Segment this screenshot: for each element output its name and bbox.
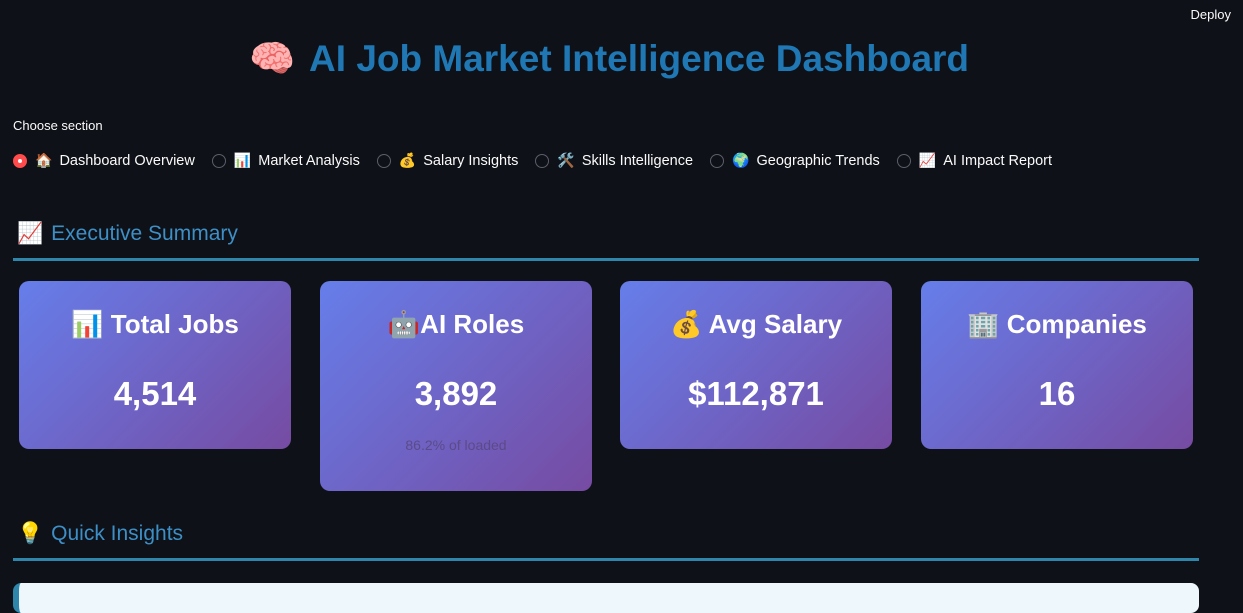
radio-button[interactable] [710,153,725,168]
money-bag-icon: 💰 [669,309,703,339]
radio-button[interactable] [211,153,226,168]
radio-option-label: Skills Intelligence [581,152,694,169]
trend-chart-icon: 📈 [17,222,44,245]
radio-button-selected[interactable] [13,153,27,168]
page-title: 🧠 AI Job Market Intelligence Dashboard [0,38,1218,81]
metric-card-companies: 🏢 Companies 16 [921,281,1193,449]
page-title-text: AI Job Market Intelligence Dashboard [309,38,970,79]
section-selector: 🏠 Dashboard Overview 📊 Market Analysis 💰… [13,152,1069,169]
metric-card-total-jobs: 📊 Total Jobs 4,514 [19,281,291,449]
metric-value: $112,871 [688,375,824,412]
robot-icon: 🤖 [387,309,421,339]
metric-value: 3,892 [414,375,498,412]
brain-icon: 🧠 [248,38,296,79]
radio-option-skills-intelligence[interactable]: 🛠️ Skills Intelligence [535,152,693,169]
metric-title-text: Avg Salary [708,309,843,339]
trend-chart-icon: 📈 [918,152,937,168]
globe-icon: 🌍 [732,152,750,168]
section-selector-label: Choose section [13,118,103,133]
radio-option-label: Dashboard Overview [59,152,195,169]
radio-button[interactable] [896,153,911,168]
metric-card-title: 🏢 Companies [921,309,1193,340]
office-building-icon: 🏢 [967,309,1000,339]
section-heading-text: Quick Insights [51,522,184,545]
radio-option-label: AI Impact Report [943,152,1053,169]
metric-title-text: Total Jobs [110,309,239,339]
metric-card-title: 🤖AI Roles [320,309,592,340]
money-bag-icon: 💰 [398,152,417,168]
metric-value: 4,514 [113,375,197,412]
radio-option-label: Market Analysis [258,152,360,169]
insight-box [13,583,1199,613]
section-heading-text: Executive Summary [51,222,238,245]
deploy-button[interactable]: Deploy [1191,7,1231,22]
radio-button[interactable] [535,153,550,168]
quick-insights-heading: 💡 Quick Insights [13,522,1199,561]
bar-chart-icon: 📊 [233,152,252,168]
executive-summary-heading: 📈 Executive Summary [13,222,1199,261]
house-icon: 🏠 [35,152,53,168]
metric-card-ai-roles: 🤖AI Roles 3,892 86.2% of loaded [320,281,592,491]
bar-chart-icon: 📊 [71,309,104,339]
radio-option-market-analysis[interactable]: 📊 Market Analysis [211,152,360,169]
metric-title-text: Companies [1006,309,1147,339]
metric-value: 16 [1038,375,1076,412]
metric-card-title: 💰 Avg Salary [620,309,892,340]
metric-subtext: 86.2% of loaded [405,437,507,453]
metric-card-title: 📊 Total Jobs [19,309,291,340]
tools-icon: 🛠️ [557,152,575,168]
radio-option-label: Salary Insights [423,152,519,169]
metric-card-avg-salary: 💰 Avg Salary $112,871 [620,281,892,449]
radio-option-geographic-trends[interactable]: 🌍 Geographic Trends [710,152,880,169]
radio-button[interactable] [376,153,391,168]
radio-option-salary-insights[interactable]: 💰 Salary Insights [376,152,519,169]
radio-option-dashboard-overview[interactable]: 🏠 Dashboard Overview [13,152,195,169]
radio-option-ai-impact-report[interactable]: 📈 AI Impact Report [896,152,1053,169]
light-bulb-icon: 💡 [17,522,44,545]
metric-title-text: AI Roles [420,309,525,339]
radio-option-label: Geographic Trends [756,152,880,169]
